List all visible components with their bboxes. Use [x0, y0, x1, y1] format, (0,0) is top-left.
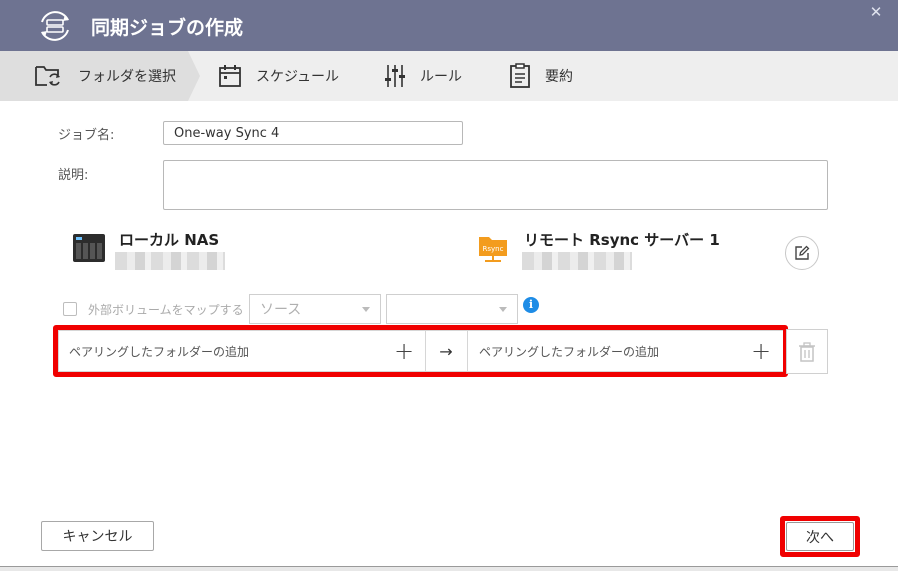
- step-summary[interactable]: 要約: [509, 51, 573, 101]
- step-rules[interactable]: ルール: [384, 51, 462, 101]
- remote-server-name: リモート Rsync サーバー 1: [524, 231, 720, 249]
- cancel-button[interactable]: キャンセル: [41, 521, 154, 551]
- dialog-bottom-edge: [0, 566, 898, 571]
- local-nas-address-blurred: [115, 252, 225, 270]
- rsync-folder-icon: Rsync: [479, 237, 507, 262]
- close-icon[interactable]: ✕: [868, 4, 884, 20]
- map-external-volume-checkbox[interactable]: [63, 302, 77, 316]
- chevron-down-icon: [362, 306, 370, 312]
- create-sync-job-dialog: 同期ジョブの作成 ✕ フォルダを選択 スケジュール ルール 要約 ジョブ名: O…: [0, 0, 898, 571]
- remote-server-address-blurred: [522, 252, 632, 270]
- sync-job-icon: [41, 11, 69, 41]
- description-input[interactable]: [163, 160, 828, 210]
- edit-icon: [795, 245, 810, 260]
- step-label: フォルダを選択: [78, 69, 176, 85]
- chevron-down-icon: [499, 306, 507, 312]
- step-label: ルール: [420, 69, 462, 85]
- dialog-title: 同期ジョブの作成: [91, 17, 244, 39]
- nas-device-icon: [73, 234, 105, 262]
- dialog-titlebar: 同期ジョブの作成 ✕: [0, 0, 898, 51]
- step-select-folder[interactable]: フォルダを選択: [34, 51, 176, 101]
- edit-remote-button[interactable]: [785, 236, 819, 270]
- pair-row-highlight-frame: [53, 325, 788, 377]
- trash-icon: [799, 341, 815, 362]
- local-nas-name: ローカル NAS: [119, 231, 220, 249]
- info-icon[interactable]: i: [523, 297, 539, 313]
- clipboard-icon: [510, 63, 530, 88]
- folder-sync-icon: [35, 66, 60, 86]
- delete-pair-button[interactable]: [786, 329, 828, 374]
- job-name-label: ジョブ名:: [58, 128, 115, 143]
- calendar-icon: [219, 65, 241, 87]
- next-button[interactable]: 次へ: [786, 522, 854, 551]
- step-schedule[interactable]: スケジュール: [218, 51, 339, 101]
- job-name-input[interactable]: [163, 121, 463, 145]
- source-select-value: ソース: [260, 302, 302, 318]
- sliders-icon: [385, 65, 405, 87]
- rsync-badge: Rsync: [483, 245, 504, 253]
- map-external-volume-label: 外部ボリュームをマップする: [88, 303, 244, 317]
- source-select[interactable]: ソース: [249, 294, 381, 324]
- volume-select[interactable]: [386, 294, 518, 324]
- description-label: 説明:: [58, 168, 89, 183]
- wizard-steps: フォルダを選択 スケジュール ルール 要約: [0, 51, 898, 101]
- step-label: スケジュール: [256, 69, 340, 85]
- step-label: 要約: [545, 69, 573, 85]
